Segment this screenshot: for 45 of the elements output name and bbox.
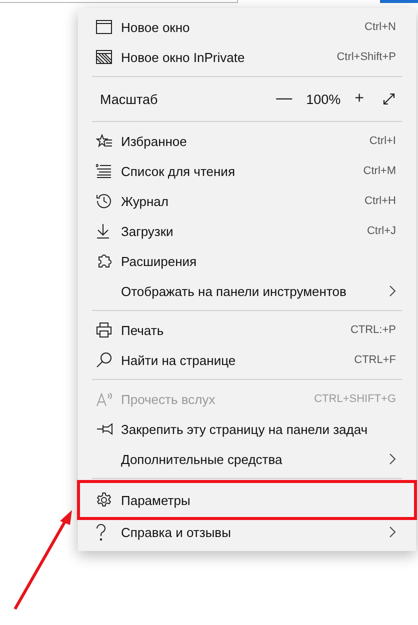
shortcut-text: Ctrl+H bbox=[364, 195, 396, 207]
read-aloud-icon bbox=[96, 392, 114, 406]
hatched-window-icon bbox=[96, 50, 112, 64]
search-icon bbox=[96, 352, 112, 368]
menu-item[interactable]: Справка и отзывы bbox=[92, 517, 402, 547]
menu-item[interactable]: Закрепить эту страницу на панели задач bbox=[92, 414, 402, 444]
zoom-in-button[interactable]: + bbox=[350, 90, 368, 108]
zoom-value: 100% bbox=[306, 92, 341, 106]
menu-item[interactable]: Список для чтения Ctrl+M bbox=[92, 156, 402, 186]
chevron-icon bbox=[389, 526, 396, 538]
toolbar-button-edge[interactable] bbox=[380, 0, 418, 3]
download-icon bbox=[96, 223, 110, 239]
menu-item[interactable]: Дополнительные средства bbox=[92, 444, 402, 474]
shortcut-text: CTRL:+P bbox=[350, 324, 396, 336]
puzzle-icon bbox=[96, 253, 112, 269]
menu-item[interactable]: Новое окно Ctrl+N bbox=[92, 12, 402, 42]
reading-list-icon bbox=[96, 164, 112, 178]
chevron-icon bbox=[389, 453, 396, 465]
help-icon bbox=[96, 524, 106, 540]
pin-icon bbox=[96, 423, 113, 435]
window-icon bbox=[96, 20, 112, 34]
chevron-icon bbox=[389, 285, 396, 297]
menu-item[interactable]: Отображать на панели инструментов bbox=[92, 276, 402, 306]
menu-item[interactable]: Журнал Ctrl+H bbox=[92, 186, 402, 216]
zoom-label: Масштаб bbox=[100, 92, 159, 106]
menu-item[interactable]: Загрузки Ctrl+J bbox=[92, 216, 402, 246]
shortcut-text: Ctrl+Shift+P bbox=[336, 51, 396, 63]
shortcut-text: Ctrl+I bbox=[369, 135, 396, 147]
menu-item[interactable]: Печать CTRL:+P bbox=[92, 315, 402, 345]
shortcut-text: Ctrl+J bbox=[366, 225, 396, 237]
menu-item[interactable]: Новое окно InPrivate Ctrl+Shift+P bbox=[92, 42, 402, 72]
menu-item[interactable]: Избранное Ctrl+I bbox=[92, 126, 402, 156]
menu-item[interactable]: Расширения bbox=[92, 246, 402, 276]
zoom-out-button[interactable]: — bbox=[272, 90, 296, 108]
menu-item[interactable]: Найти на странице CTRL+F bbox=[92, 345, 402, 375]
shortcut-text: Ctrl+M bbox=[363, 165, 396, 177]
menu-item[interactable]: Параметры bbox=[80, 483, 414, 517]
shortcut-text: Ctrl+N bbox=[364, 21, 396, 33]
settings-icon bbox=[96, 492, 112, 508]
star-list-icon bbox=[96, 134, 113, 148]
history-icon bbox=[96, 193, 112, 209]
fullscreen-icon[interactable] bbox=[382, 92, 396, 106]
shortcut-text: CTRL+F bbox=[354, 354, 396, 366]
printer-icon bbox=[96, 322, 112, 338]
shortcut-text: CTRL+SHIFT+G bbox=[314, 393, 396, 405]
